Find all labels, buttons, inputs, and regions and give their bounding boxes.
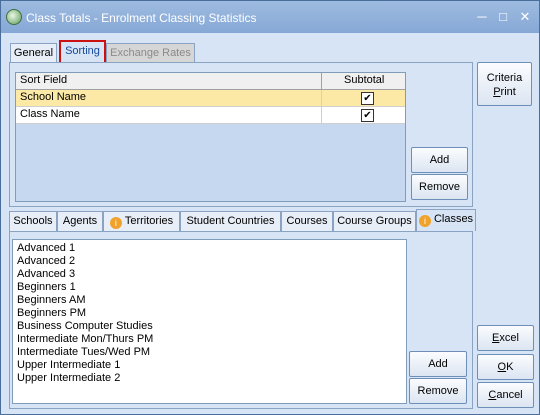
sort-add-button[interactable]: Add bbox=[411, 147, 468, 173]
window-title: Class Totals - Enrolment Classing Statis… bbox=[26, 11, 257, 25]
grid-header: Sort Field Subtotal bbox=[16, 73, 405, 90]
minimize-button[interactable]: ─ bbox=[473, 9, 491, 25]
tab-general[interactable]: General bbox=[10, 43, 57, 63]
header-divider bbox=[321, 73, 322, 89]
maximize-button[interactable]: □ bbox=[494, 9, 512, 25]
tab-agents[interactable]: Agents bbox=[57, 211, 103, 231]
tab-course-groups[interactable]: Course Groups bbox=[333, 211, 416, 231]
ok-button[interactable]: OK bbox=[477, 354, 534, 380]
table-row[interactable]: School Name ✔ bbox=[16, 90, 405, 107]
dialog-window: Class Totals - Enrolment Classing Statis… bbox=[0, 0, 540, 415]
title-bar[interactable]: Class Totals - Enrolment Classing Statis… bbox=[1, 1, 539, 33]
classes-add-button[interactable]: Add bbox=[409, 351, 467, 377]
list-item[interactable]: Beginners AM bbox=[17, 294, 85, 306]
excel-button[interactable]: Excel bbox=[477, 325, 534, 351]
sort-field-cell: Class Name bbox=[20, 108, 80, 120]
list-item[interactable]: Intermediate Tues/Wed PM bbox=[17, 346, 150, 358]
subtotal-checkbox[interactable]: ✔ bbox=[361, 109, 374, 122]
print-label: Print bbox=[493, 86, 516, 98]
cell-divider bbox=[321, 90, 322, 106]
list-item[interactable]: Advanced 2 bbox=[17, 255, 75, 267]
list-item[interactable]: Business Computer Studies bbox=[17, 320, 153, 332]
tab-student-countries[interactable]: Student Countries bbox=[180, 211, 281, 231]
tab-sorting[interactable]: Sorting bbox=[59, 40, 106, 64]
criteria-print-button[interactable]: Criteria Print bbox=[477, 62, 532, 106]
info-icon: i bbox=[418, 215, 431, 227]
criteria-label: Criteria bbox=[486, 72, 523, 84]
tab-exchange-rates[interactable]: Exchange Rates bbox=[106, 43, 195, 63]
list-item[interactable]: Upper Intermediate 1 bbox=[17, 359, 120, 371]
list-item[interactable]: Upper Intermediate 2 bbox=[17, 372, 120, 384]
list-item[interactable]: Beginners 1 bbox=[17, 281, 76, 293]
close-button[interactable]: ✕ bbox=[516, 9, 534, 25]
cancel-button[interactable]: Cancel bbox=[477, 382, 534, 408]
column-header-sort-field[interactable]: Sort Field bbox=[20, 74, 67, 86]
list-item[interactable]: Advanced 1 bbox=[17, 242, 75, 254]
subtotal-checkbox[interactable]: ✔ bbox=[361, 92, 374, 105]
classes-list[interactable]: Advanced 1 Advanced 2 Advanced 3 Beginne… bbox=[12, 239, 407, 404]
sort-remove-button[interactable]: Remove bbox=[411, 174, 468, 200]
classes-remove-button[interactable]: Remove bbox=[409, 378, 467, 404]
sort-field-cell: School Name bbox=[20, 91, 87, 103]
list-item[interactable]: Intermediate Mon/Thurs PM bbox=[17, 333, 153, 345]
cell-divider bbox=[321, 107, 322, 123]
tab-courses[interactable]: Courses bbox=[281, 211, 333, 231]
tab-schools[interactable]: Schools bbox=[9, 211, 57, 231]
sort-grid: Sort Field Subtotal School Name ✔ Class … bbox=[15, 72, 406, 202]
tab-territories[interactable]: i Territories bbox=[103, 211, 180, 231]
info-icon: i bbox=[109, 217, 122, 229]
tab-classes[interactable]: i Classes bbox=[416, 209, 476, 231]
app-icon bbox=[6, 9, 22, 25]
column-header-subtotal[interactable]: Subtotal bbox=[344, 74, 384, 86]
list-item[interactable]: Beginners PM bbox=[17, 307, 86, 319]
list-item[interactable]: Advanced 3 bbox=[17, 268, 75, 280]
table-row[interactable]: Class Name ✔ bbox=[16, 107, 405, 124]
